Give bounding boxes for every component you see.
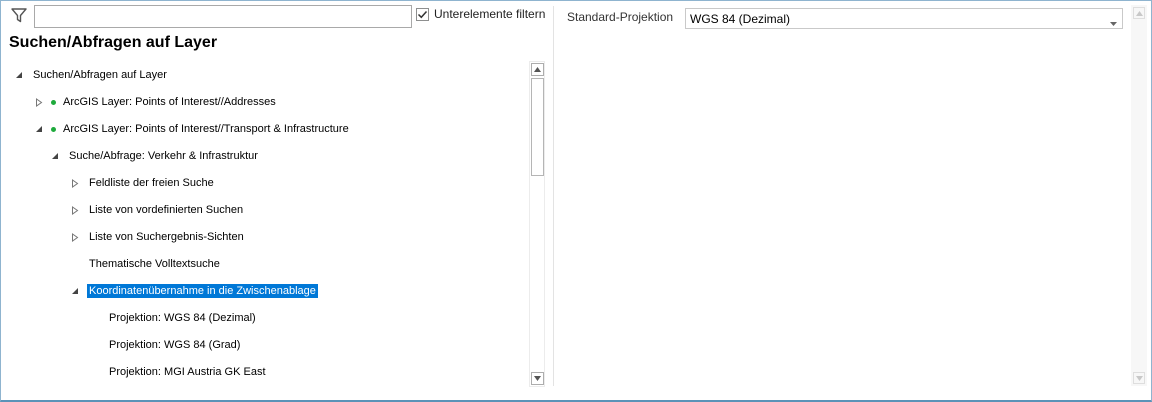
tree-item-label[interactable]: Liste von vordefinierten Suchen <box>87 203 245 217</box>
layer-tree: Suchen/Abfragen auf Layer ArcGIS Layer: P… <box>1 61 529 387</box>
leaf-spacer <box>89 366 101 378</box>
expanded-triangle-icon[interactable] <box>49 150 61 162</box>
collapsed-triangle-icon[interactable] <box>69 177 81 189</box>
tree-item[interactable]: Projektion: MGI Austria GK East <box>89 363 268 381</box>
tree-item-label[interactable]: Feldliste der freien Suche <box>87 176 216 190</box>
arrow-up-icon <box>534 67 541 72</box>
tree-item-label[interactable]: Projektion: MGI Austria GK East <box>107 365 268 379</box>
tree-item[interactable]: Liste von Suchergebnis-Sichten <box>69 228 246 246</box>
collapsed-triangle-icon[interactable] <box>69 231 81 243</box>
left-panel: Unterelemente filtern Suchen/Abfragen au… <box>1 1 553 399</box>
tree-item-label[interactable]: Suche/Abfrage: Verkehr & Infrastruktur <box>67 149 260 163</box>
tree-item[interactable]: Projektion: WGS 84 (Dezimal) <box>89 309 258 327</box>
tree-item[interactable]: Suchen/Abfragen auf Layer <box>13 66 169 84</box>
filter-subelements-checkbox[interactable] <box>416 7 429 21</box>
status-dot-icon <box>51 99 56 105</box>
panel-title: Suchen/Abfragen auf Layer <box>9 34 218 51</box>
tree-item-label[interactable]: Liste von Suchergebnis-Sichten <box>87 230 246 244</box>
leaf-spacer <box>89 312 101 324</box>
chevron-down-icon[interactable] <box>1110 16 1117 30</box>
funnel-icon[interactable] <box>10 6 28 24</box>
tree-item[interactable]: Liste von vordefinierten Suchen <box>69 201 245 219</box>
expanded-triangle-icon[interactable] <box>69 285 81 297</box>
tree-item-label[interactable]: ArcGIS Layer: Points of Interest//Transp… <box>61 122 351 136</box>
properties-scroll-up-button[interactable] <box>1133 7 1145 19</box>
tree-item[interactable]: Suche/Abfrage: Verkehr & Infrastruktur <box>49 147 260 165</box>
tree-scrollbar[interactable] <box>529 61 545 387</box>
tree-item-label[interactable]: Projektion: WGS 84 (Grad) <box>107 338 242 352</box>
scroll-up-button[interactable] <box>531 63 544 76</box>
tree-item[interactable]: Koordinatenübernahme in die Zwischenabla… <box>69 282 318 300</box>
tree-item[interactable]: ArcGIS Layer: Points of Interest//Addres… <box>33 93 278 111</box>
scroll-thumb[interactable] <box>531 78 544 176</box>
status-dot-icon <box>51 126 56 132</box>
filter-subelements-toggle[interactable]: Unterelemente filtern <box>416 6 545 22</box>
tree-item[interactable]: Feldliste der freien Suche <box>69 174 216 192</box>
arrow-up-icon <box>1135 10 1143 16</box>
panel-divider[interactable] <box>553 6 554 386</box>
filter-subelements-label: Unterelemente filtern <box>434 7 546 21</box>
leaf-spacer <box>69 258 81 270</box>
expanded-triangle-icon[interactable] <box>33 123 45 135</box>
arrow-down-icon <box>534 376 541 381</box>
leaf-spacer <box>89 339 101 351</box>
filter-input[interactable] <box>34 5 412 28</box>
collapsed-triangle-icon[interactable] <box>69 204 81 216</box>
properties-scrollbar[interactable] <box>1131 5 1147 386</box>
standard-projection-select[interactable]: WGS 84 (Dezimal) <box>685 8 1123 29</box>
tree-item-label[interactable]: ArcGIS Layer: Points of Interest//Addres… <box>61 95 278 109</box>
expanded-triangle-icon[interactable] <box>13 69 25 81</box>
tree-item[interactable]: Thematische Volltextsuche <box>69 255 222 273</box>
tree-item[interactable]: Projektion: WGS 84 (Grad) <box>89 336 242 354</box>
checkmark-icon <box>417 10 428 18</box>
properties-scroll-down-button[interactable] <box>1133 372 1145 384</box>
tree-item-label[interactable]: Suchen/Abfragen auf Layer <box>31 68 169 82</box>
tree-item-label[interactable]: Thematische Volltextsuche <box>87 257 222 271</box>
standard-projection-value: WGS 84 (Dezimal) <box>690 11 791 26</box>
scroll-down-button[interactable] <box>531 372 544 385</box>
collapsed-triangle-icon[interactable] <box>33 96 45 108</box>
arrow-down-icon <box>1135 375 1143 381</box>
tree-item-label[interactable]: Koordinatenübernahme in die Zwischenabla… <box>87 284 318 298</box>
tree-item-label[interactable]: Projektion: WGS 84 (Dezimal) <box>107 311 258 325</box>
tree-item[interactable]: ArcGIS Layer: Points of Interest//Transp… <box>33 120 351 138</box>
standard-projection-label: Standard-Projektion <box>567 10 674 24</box>
